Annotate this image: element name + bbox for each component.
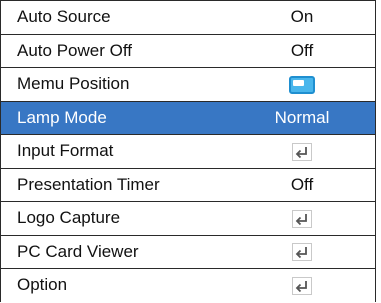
menu-item-presentation-timer[interactable]: Presentation Timer Off bbox=[1, 168, 375, 201]
enter-icon bbox=[292, 276, 312, 295]
menu-item-value bbox=[256, 208, 348, 228]
menu-item-menu-position[interactable]: Memu Position bbox=[1, 68, 375, 101]
menu-position-icon bbox=[289, 75, 315, 94]
menu-item-value: Normal bbox=[274, 107, 330, 127]
menu-item-label: PC Card Viewer bbox=[17, 241, 139, 261]
menu-item-input-format[interactable]: Input Format bbox=[1, 135, 375, 168]
menu-item-value bbox=[256, 74, 348, 94]
menu-item-value bbox=[256, 141, 348, 161]
menu-item-logo-capture[interactable]: Logo Capture bbox=[1, 202, 375, 235]
menu-item-option[interactable]: Option bbox=[1, 269, 375, 302]
enter-icon bbox=[292, 142, 312, 161]
menu-item-value: Off bbox=[290, 40, 314, 60]
menu-item-auto-source[interactable]: Auto Source On bbox=[1, 1, 375, 34]
menu-item-label: Auto Power Off bbox=[17, 40, 132, 60]
menu-item-label: Option bbox=[17, 275, 68, 295]
menu-item-label: Logo Capture bbox=[17, 208, 121, 228]
menu-item-label: Input Format bbox=[17, 141, 114, 161]
menu-item-label: Lamp Mode bbox=[17, 107, 107, 127]
menu-item-value: On bbox=[290, 7, 314, 27]
menu-item-pc-card-viewer[interactable]: PC Card Viewer bbox=[1, 235, 375, 268]
menu-item-value bbox=[256, 242, 348, 262]
menu-item-lamp-mode[interactable]: Lamp Mode Normal bbox=[1, 101, 375, 134]
menu-item-auto-power-off[interactable]: Auto Power Off Off bbox=[1, 34, 375, 67]
settings-menu: Auto Source On Auto Power Off Off Memu P… bbox=[0, 0, 376, 302]
menu-item-label: Presentation Timer bbox=[17, 174, 160, 194]
enter-icon bbox=[292, 209, 312, 228]
menu-item-label: Memu Position bbox=[17, 74, 130, 94]
menu-item-value: Off bbox=[290, 174, 314, 194]
menu-item-label: Auto Source bbox=[17, 7, 111, 27]
enter-icon bbox=[292, 243, 312, 262]
menu-item-value bbox=[256, 275, 348, 295]
